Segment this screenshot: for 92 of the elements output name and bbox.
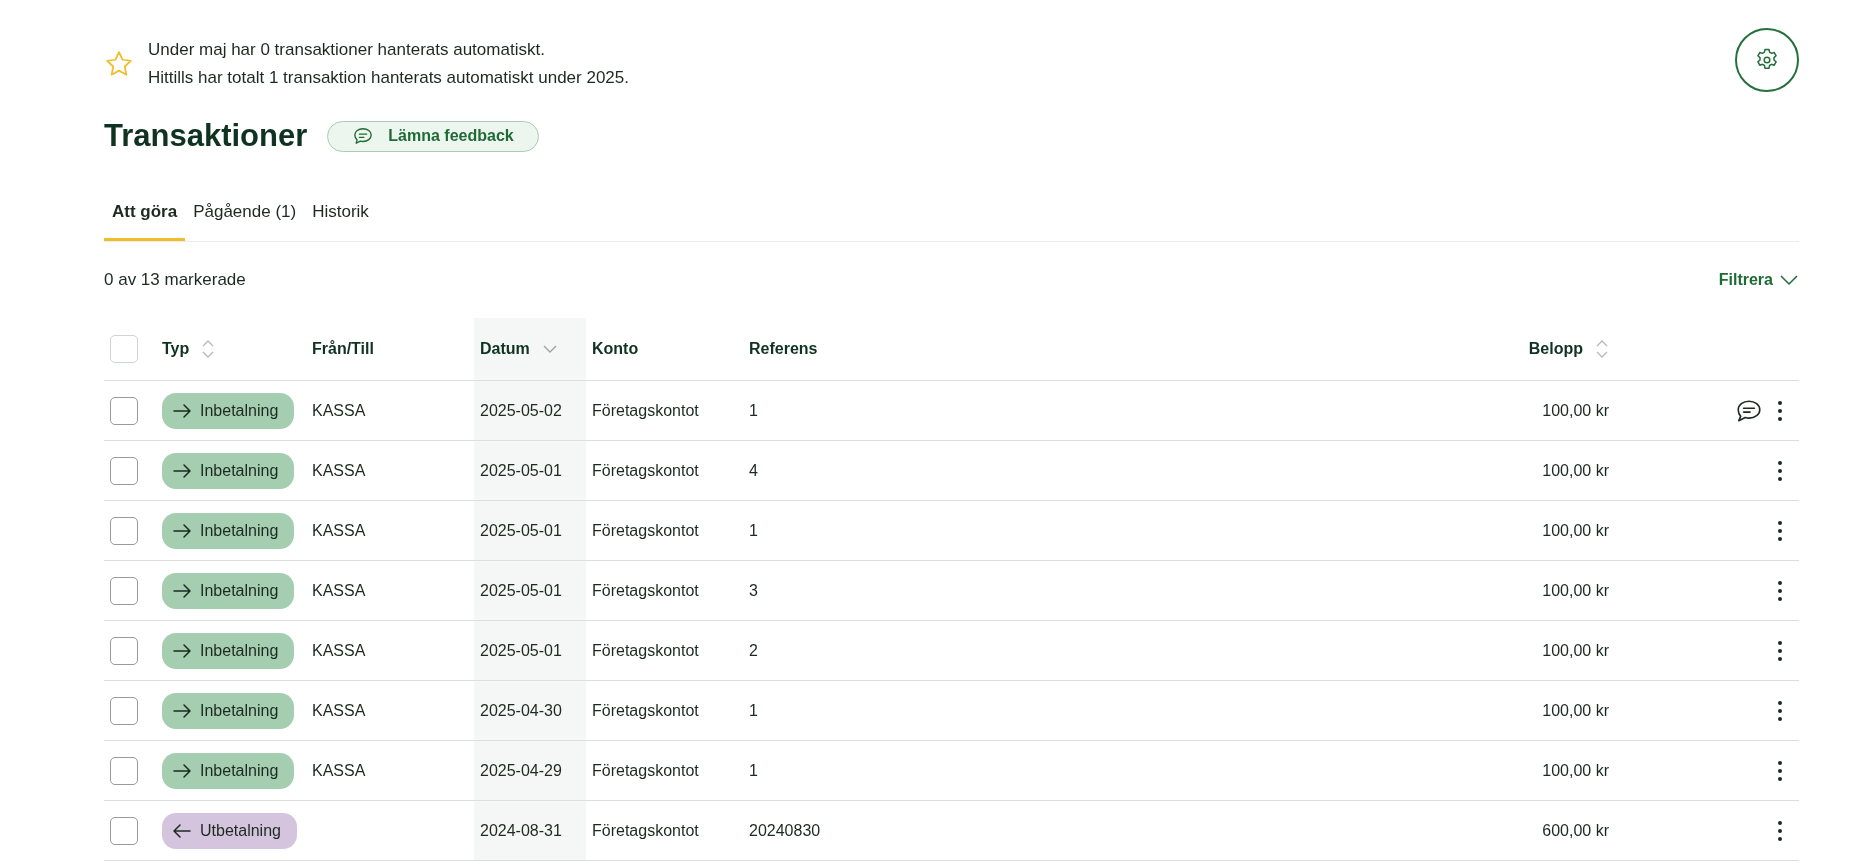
table-cell: 2025-05-02 bbox=[480, 401, 562, 420]
feedback-button[interactable]: Lämna feedback bbox=[327, 120, 539, 152]
row-checkbox[interactable] bbox=[110, 816, 138, 845]
row-checkbox[interactable] bbox=[110, 456, 138, 485]
row-checkbox[interactable] bbox=[110, 516, 138, 545]
table-cell: 3 bbox=[749, 581, 758, 600]
more-options-icon[interactable] bbox=[1777, 819, 1783, 842]
table-cell: Företagskontot bbox=[592, 521, 699, 540]
table-cell: KASSA bbox=[312, 521, 366, 540]
table-cell: 1 bbox=[749, 701, 758, 720]
table-cell: 100,00 kr bbox=[1542, 521, 1609, 540]
arrow-icon bbox=[172, 763, 192, 778]
table-cell: 100,00 kr bbox=[1542, 641, 1609, 660]
table-cell: 2024-08-31 bbox=[480, 821, 562, 840]
filter-button[interactable]: Filtrera bbox=[1718, 271, 1799, 289]
table-cell: KASSA bbox=[312, 701, 366, 720]
arrow-icon bbox=[172, 403, 192, 418]
table-cell: 4 bbox=[749, 461, 758, 480]
settings-button[interactable] bbox=[1735, 28, 1799, 92]
table-cell: 100,00 kr bbox=[1542, 461, 1609, 480]
arrow-icon bbox=[172, 703, 192, 718]
notice-text: Under maj har 0 transaktioner hanterats automatiskt. bbox=[148, 40, 546, 60]
table-cell: 20240830 bbox=[749, 821, 821, 840]
table-cell: 1 bbox=[749, 521, 758, 540]
row-checkbox[interactable] bbox=[110, 576, 138, 605]
table-cell: KASSA bbox=[312, 581, 366, 600]
more-options-icon[interactable] bbox=[1777, 459, 1783, 482]
column-header[interactable]: Referens bbox=[749, 340, 818, 358]
table-cell: 100,00 kr bbox=[1542, 761, 1609, 780]
table-cell: KASSA bbox=[312, 401, 366, 420]
arrow-icon bbox=[172, 583, 192, 598]
column-header[interactable]: Konto bbox=[592, 340, 639, 358]
type-tag: Inbetalning bbox=[162, 752, 295, 789]
select-all-checkbox[interactable] bbox=[110, 335, 138, 363]
table-cell: 2025-05-01 bbox=[480, 461, 562, 480]
type-tag: Inbetalning bbox=[162, 392, 295, 429]
table-cell: 1 bbox=[749, 761, 758, 780]
column-header[interactable]: Från/Till bbox=[312, 340, 374, 358]
more-options-icon[interactable] bbox=[1777, 519, 1783, 542]
arrow-icon bbox=[172, 523, 192, 538]
table-cell: Företagskontot bbox=[592, 461, 699, 480]
tab[interactable]: Pågående (1) bbox=[185, 192, 305, 241]
table-cell: KASSA bbox=[312, 641, 366, 660]
comment-icon[interactable] bbox=[1735, 398, 1763, 423]
table-cell: 600,00 kr bbox=[1542, 821, 1609, 840]
chevron-down-icon[interactable] bbox=[1779, 274, 1799, 286]
arrow-icon bbox=[172, 463, 192, 478]
notice-text: Hittills har totalt 1 transaktion hanterats automatiskt under 2025. bbox=[148, 68, 629, 88]
table-cell: Företagskontot bbox=[592, 401, 699, 420]
table-cell: Företagskontot bbox=[592, 641, 699, 660]
table-cell: 2025-05-01 bbox=[480, 581, 562, 600]
table-cell: KASSA bbox=[312, 461, 366, 480]
table-cell: 1 bbox=[749, 401, 758, 420]
star-icon bbox=[104, 49, 134, 79]
table-cell: KASSA bbox=[312, 761, 366, 780]
table-cell: 100,00 kr bbox=[1542, 401, 1609, 420]
row-checkbox[interactable] bbox=[110, 696, 138, 725]
table-cell: 2025-04-30 bbox=[480, 701, 562, 720]
arrow-icon bbox=[172, 643, 192, 658]
table-cell: 2025-05-01 bbox=[480, 641, 562, 660]
speech-bubble-icon[interactable] bbox=[352, 126, 375, 146]
more-options-icon[interactable] bbox=[1777, 759, 1783, 782]
table-cell: Företagskontot bbox=[592, 581, 699, 600]
table-cell: 100,00 kr bbox=[1542, 581, 1609, 600]
table-cell: 2025-05-01 bbox=[480, 521, 562, 540]
tab[interactable]: Att göra bbox=[104, 192, 186, 241]
table-cell: 2025-04-29 bbox=[480, 761, 562, 780]
arrow-icon bbox=[172, 823, 192, 838]
table-cell: 100,00 kr bbox=[1542, 701, 1609, 720]
page-title: Transaktioner bbox=[104, 118, 308, 154]
type-tag: Inbetalning bbox=[162, 572, 295, 609]
selection-count: 0 av 13 markerade bbox=[104, 270, 246, 290]
row-checkbox[interactable] bbox=[110, 396, 138, 425]
table-cell: Företagskontot bbox=[592, 701, 699, 720]
type-tag: Inbetalning bbox=[162, 452, 295, 489]
row-checkbox[interactable] bbox=[110, 756, 138, 785]
table-cell: Företagskontot bbox=[592, 761, 699, 780]
more-options-icon[interactable] bbox=[1777, 579, 1783, 602]
type-tag: Utbetalning bbox=[162, 812, 297, 849]
table-cell: Företagskontot bbox=[592, 821, 699, 840]
row-checkbox[interactable] bbox=[110, 636, 138, 665]
type-tag: Inbetalning bbox=[162, 512, 295, 549]
column-header[interactable]: Typ bbox=[162, 340, 190, 358]
more-options-icon[interactable] bbox=[1777, 639, 1783, 662]
tab[interactable]: Historik bbox=[304, 192, 377, 241]
column-header[interactable]: Belopp bbox=[1528, 340, 1583, 358]
more-options-icon[interactable] bbox=[1777, 699, 1783, 722]
type-tag: Inbetalning bbox=[162, 632, 295, 669]
column-header[interactable]: Datum bbox=[480, 340, 530, 358]
more-options-icon[interactable] bbox=[1777, 399, 1783, 422]
type-tag: Inbetalning bbox=[162, 692, 295, 729]
table-cell: 2 bbox=[749, 641, 758, 660]
